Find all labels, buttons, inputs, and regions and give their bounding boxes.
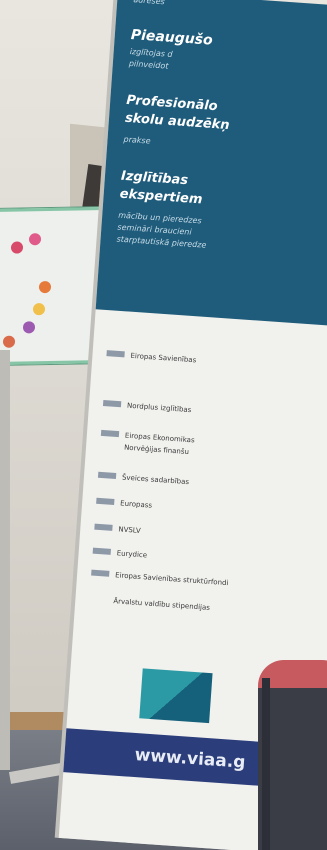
- program-row: Eiropas Savienības: [106, 350, 197, 365]
- program-name: Europass: [119, 499, 153, 510]
- board-dot: [11, 241, 23, 254]
- program-logo: [96, 497, 115, 505]
- program-name: Nordplus izglītības: [126, 401, 192, 415]
- program-row: Eiropas Savienības struktūrfondi: [91, 569, 229, 588]
- banner-heading: skolu audzēkņ: [124, 110, 231, 134]
- program-logo: [102, 399, 122, 408]
- banner-heading: Izglītības: [120, 168, 189, 189]
- program-name: Eiropas Ekonomikas: [124, 431, 195, 445]
- program-row: Europass: [96, 497, 153, 510]
- banner-text: pilnveidot: [128, 58, 169, 71]
- program-logo: [94, 523, 113, 531]
- photo-scene: adreses Pieaugušo izglītojas d pilnveido…: [0, 0, 327, 850]
- banner-text: starptautiskā pieredze: [116, 234, 207, 250]
- program-name: NVSLV: [118, 525, 141, 535]
- program-row: Norvēģijas finanšu: [100, 442, 190, 457]
- program-name: Šveices sadarbības: [121, 473, 190, 487]
- board-dot: [33, 303, 45, 316]
- program-name: Eiropas Savienības: [130, 351, 197, 365]
- viaa-logo: [139, 668, 213, 724]
- program-row: Nordplus izglītības: [102, 399, 192, 415]
- program-name: Eurydice: [116, 549, 148, 560]
- program-logo: [106, 350, 125, 358]
- banner-text: adreses: [133, 0, 166, 7]
- program-name: Ārvalstu valdību stipendijas: [113, 597, 211, 612]
- display-board: [0, 206, 108, 366]
- program-row: Šveices sadarbības: [97, 471, 190, 487]
- board-dot: [29, 233, 41, 246]
- program-logo: [97, 471, 117, 480]
- board-stand-pole: [0, 350, 10, 770]
- banner-text: izglītojas d: [129, 46, 173, 59]
- program-name: Norvēģijas finanšu: [123, 443, 190, 457]
- program-logo: [100, 429, 120, 438]
- program-logo: [92, 547, 111, 555]
- program-logo: [91, 569, 110, 577]
- banner-heading: Pieaugušo: [130, 27, 214, 49]
- program-name: Eiropas Savienības struktūrfondi: [114, 571, 229, 588]
- program-row: NVSLV: [94, 523, 141, 535]
- banner-header: adreses Pieaugušo izglītojas d pilnveido…: [95, 0, 327, 328]
- chair-edge: [262, 678, 270, 850]
- board-dot: [39, 280, 51, 294]
- program-row: Eurydice: [92, 547, 148, 560]
- banner-heading: ekspertiem: [119, 186, 203, 208]
- board-dot: [23, 321, 35, 334]
- board-dot: [3, 335, 15, 348]
- banner-text: prakse: [123, 134, 151, 146]
- program-row: Ārvalstu valdību stipendijas: [89, 596, 210, 612]
